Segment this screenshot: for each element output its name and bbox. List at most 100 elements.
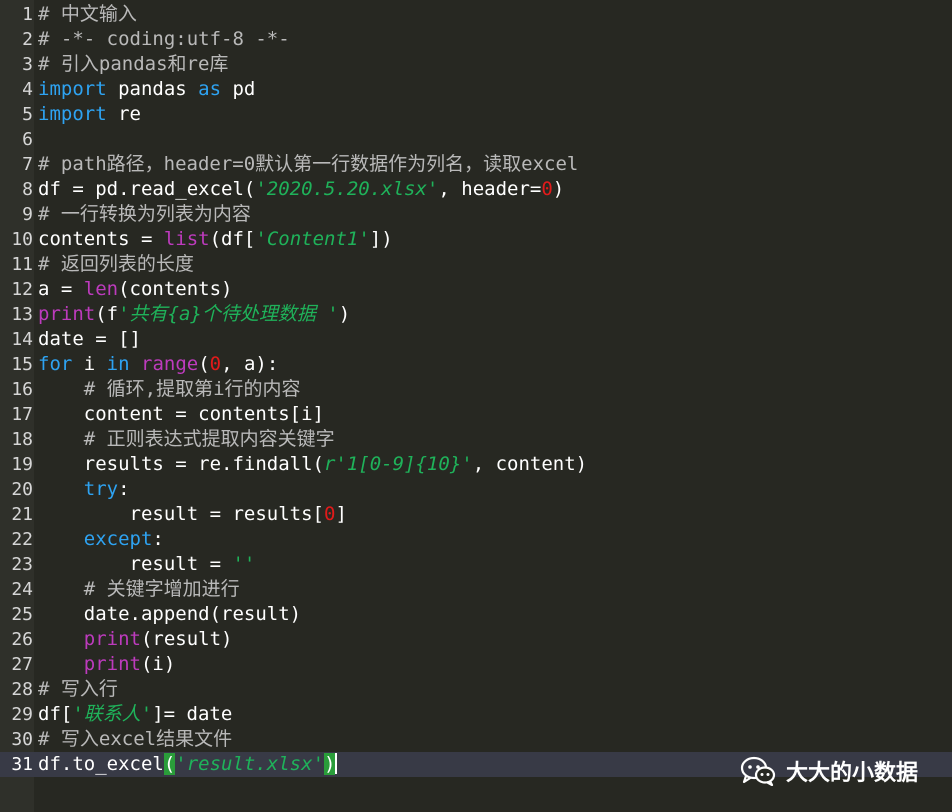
code-line[interactable]: 22 except:	[0, 527, 952, 552]
token-plain: (i)	[140, 653, 176, 675]
line-number: 16	[11, 379, 33, 400]
token-plain: df = pd.read_excel(	[38, 178, 256, 200]
token-plain: :	[152, 528, 164, 550]
line-number: 9	[22, 204, 33, 225]
line-number: 2	[22, 29, 33, 50]
code-line[interactable]: 8 df = pd.read_excel('2020.5.20.xlsx', he…	[0, 177, 952, 202]
code-text: # 一行转换为列表为内容	[38, 202, 251, 227]
code-line[interactable]: 1 # 中文输入	[0, 2, 952, 27]
code-text: df['联系人']= date	[38, 702, 232, 727]
line-number: 6	[22, 129, 33, 150]
token-plain: df[	[38, 703, 73, 725]
token-comment: # 中文输入	[38, 3, 137, 25]
token-plain: (result)	[140, 628, 233, 650]
line-number: 15	[11, 354, 33, 375]
token-plain: (f	[95, 303, 119, 325]
code-line[interactable]: 29 df['联系人']= date	[0, 702, 952, 727]
token-plain: re	[106, 103, 141, 125]
token-kw: for	[38, 353, 73, 375]
token-str: 'Content1'	[255, 228, 370, 250]
code-text: print(result)	[38, 627, 233, 652]
token-builtin: print	[38, 303, 96, 325]
code-text: import pandas as pd	[38, 77, 255, 102]
code-line[interactable]: 17 content = contents[i]	[0, 402, 952, 427]
code-line[interactable]: 30 # 写入excel结果文件	[0, 727, 952, 752]
line-number: 13	[11, 304, 33, 325]
watermark-text: 大大的小数据	[785, 761, 918, 786]
code-editor[interactable]: 1 # 中文输入 2 # -*- coding:utf-8 -*- 3 # 引入panda…	[0, 0, 952, 812]
code-line[interactable]: 14 date = []	[0, 327, 952, 352]
code-line[interactable]: 18 # 正则表达式提取内容关键字	[0, 427, 952, 452]
token-plain: content = contents[i]	[83, 403, 324, 425]
code-line[interactable]: 25 date.append(result)	[0, 602, 952, 627]
code-text: df = pd.read_excel('2020.5.20.xlsx', hea…	[38, 177, 564, 202]
code-text: print(f'共有{a}个待处理数据 ')	[38, 302, 350, 327]
code-line[interactable]: 3 # 引入pandas和re库	[0, 52, 952, 77]
token-kw: try	[83, 478, 119, 500]
token-comment: # -*- coding:utf-8 -*-	[38, 28, 290, 50]
code-line[interactable]: 9 # 一行转换为列表为内容	[0, 202, 952, 227]
code-line[interactable]: 12 a = len(contents)	[0, 277, 952, 302]
code-line[interactable]: 4 import pandas as pd	[0, 77, 952, 102]
code-line[interactable]: 19 results = re.findall(r'1[0-9]{10}', c…	[0, 452, 952, 477]
code-line[interactable]: 26 print(result)	[0, 627, 952, 652]
code-line[interactable]: 15 for i in range(0, a):	[0, 352, 952, 377]
code-text: result = ''	[38, 552, 256, 577]
token-kw: as	[198, 78, 222, 100]
token-plain: df.to_excel	[38, 753, 164, 775]
code-text: # 正则表达式提取内容关键字	[38, 427, 335, 452]
code-text: try:	[38, 477, 130, 502]
token-str: '联系人'	[72, 703, 153, 725]
token-str: 'result.xlsx'	[175, 753, 325, 775]
code-line[interactable]: 13 print(f'共有{a}个待处理数据 ')	[0, 302, 952, 327]
line-number: 5	[22, 104, 33, 125]
code-text: # 关键字增加进行	[38, 577, 240, 602]
token-builtin: list	[163, 228, 210, 250]
code-text: contents = list(df['Content1'])	[38, 227, 393, 252]
token-plain: i	[72, 353, 107, 375]
token-plain: ]= date	[152, 703, 233, 725]
code-text: # -*- coding:utf-8 -*-	[38, 27, 290, 52]
code-line[interactable]: 23 result = ''	[0, 552, 952, 577]
line-number: 23	[11, 554, 33, 575]
code-text: for i in range(0, a):	[38, 352, 278, 377]
line-number: 28	[11, 679, 33, 700]
watermark: 大大的小数据	[740, 754, 918, 788]
line-number: 7	[22, 154, 33, 175]
text-cursor	[335, 753, 338, 774]
token-plain: )	[338, 303, 351, 325]
token-comment: # path路径，header=0默认第一行数据作为列名，读取excel	[38, 153, 579, 175]
code-line[interactable]: 16 # 循环,提取第i行的内容	[0, 377, 952, 402]
code-line[interactable]: 27 print(i)	[0, 652, 952, 677]
code-text: content = contents[i]	[38, 402, 324, 427]
code-line[interactable]: 5 import re	[0, 102, 952, 127]
line-number: 11	[11, 254, 33, 275]
code-text: # 返回列表的长度	[38, 252, 194, 277]
token-bracket-hl: )	[324, 753, 336, 775]
line-number: 24	[11, 579, 33, 600]
code-text: date.append(result)	[38, 602, 301, 627]
token-plain: contents =	[38, 228, 164, 250]
code-line[interactable]: 2 # -*- coding:utf-8 -*-	[0, 27, 952, 52]
code-line[interactable]: 21 result = results[0]	[0, 502, 952, 527]
code-line[interactable]: 6	[0, 127, 952, 152]
code-line[interactable]: 24 # 关键字增加进行	[0, 577, 952, 602]
code-line[interactable]: 28 # 写入行	[0, 677, 952, 702]
code-line[interactable]: 7 # path路径，header=0默认第一行数据作为列名，读取excel	[0, 152, 952, 177]
token-plain: date = []	[38, 328, 141, 350]
code-text: # 写入行	[38, 677, 118, 702]
code-line[interactable]: 10 contents = list(df['Content1'])	[0, 227, 952, 252]
token-plain: pandas	[106, 78, 199, 100]
token-plain: ])	[369, 228, 393, 250]
code-line[interactable]: 11 # 返回列表的长度	[0, 252, 952, 277]
line-number: 19	[11, 454, 33, 475]
code-line[interactable]: 20 try:	[0, 477, 952, 502]
token-plain: , content)	[472, 453, 588, 475]
